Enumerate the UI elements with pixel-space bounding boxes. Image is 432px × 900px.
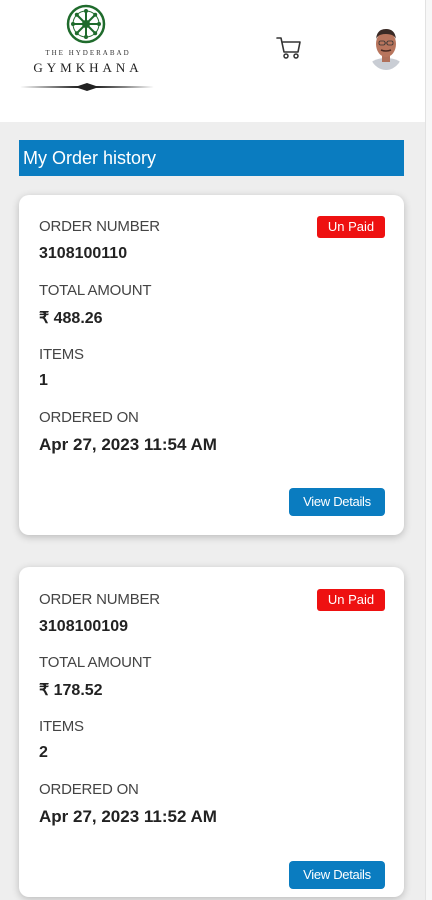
order-card: ORDER NUMBER Un Paid 3108100110 TOTAL AM…: [19, 195, 404, 535]
ordered-on-label: ORDERED ON: [39, 781, 139, 798]
status-badge: Un Paid: [317, 216, 385, 238]
order-number-label: ORDER NUMBER: [39, 218, 160, 235]
logo-emblem-icon: [66, 4, 106, 44]
user-avatar[interactable]: [368, 24, 404, 70]
ordered-on-label: ORDERED ON: [39, 409, 139, 426]
view-details-button[interactable]: View Details: [289, 861, 385, 889]
items-count: 2: [39, 744, 48, 761]
items-count: 1: [39, 372, 48, 389]
cart-icon[interactable]: [275, 33, 303, 61]
items-label: ITEMS: [39, 346, 84, 363]
order-number: 3108100110: [39, 245, 128, 262]
app-header: THE HYDERABAD GYMKHANA: [0, 0, 425, 122]
order-number: 3108100109: [39, 618, 128, 635]
club-logo[interactable]: THE HYDERABAD GYMKHANA: [18, 4, 158, 92]
total-amount: ₹ 178.52: [39, 682, 103, 699]
ordered-on-date: Apr 27, 2023 11:52 AM: [39, 807, 217, 826]
logo-subtitle: THE HYDERABAD: [45, 49, 131, 57]
page-title-bar: My Order history: [19, 140, 404, 176]
logo-title: GYMKHANA: [33, 60, 143, 75]
scrollbar[interactable]: [425, 0, 432, 900]
total-amount-label: TOTAL AMOUNT: [39, 282, 152, 299]
items-label: ITEMS: [39, 718, 84, 735]
order-card: ORDER NUMBER Un Paid 3108100109 TOTAL AM…: [19, 567, 404, 897]
page-title: My Order history: [23, 148, 157, 168]
total-amount: ₹ 488.26: [39, 310, 103, 327]
view-details-button[interactable]: View Details: [289, 488, 385, 516]
logo-divider: [20, 83, 154, 91]
total-amount-label: TOTAL AMOUNT: [39, 654, 152, 671]
status-badge: Un Paid: [317, 589, 385, 611]
ordered-on-date: Apr 27, 2023 11:54 AM: [39, 435, 217, 454]
order-number-label: ORDER NUMBER: [39, 591, 160, 608]
